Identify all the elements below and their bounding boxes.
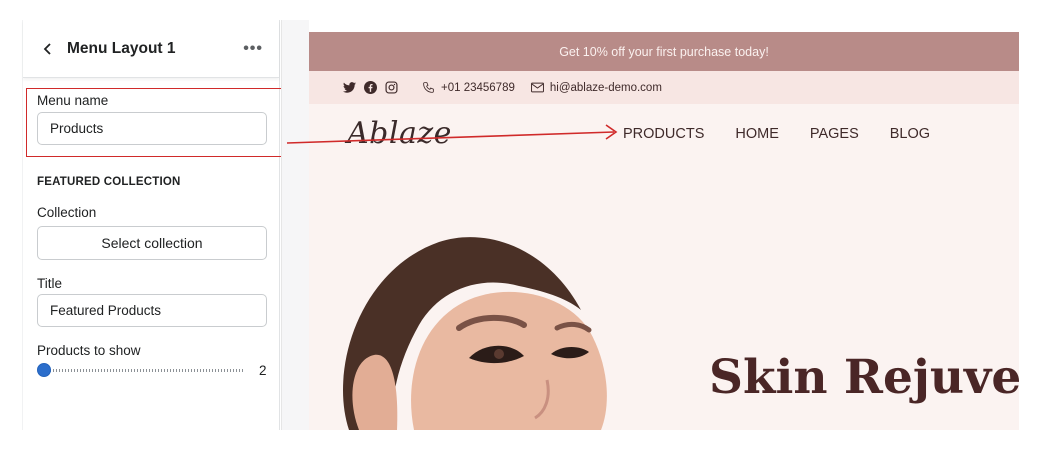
slider-track[interactable]	[41, 369, 243, 372]
mail-icon	[530, 82, 544, 93]
email-address: hi@ablaze-demo.com	[549, 81, 662, 94]
top-bar: +01 23456789 hi@ablaze-demo.com	[309, 71, 1019, 104]
main-navigation: Ablaze PRODUCTS HOME PAGES BLOG	[309, 104, 1019, 164]
select-collection-button[interactable]: Select collection	[37, 226, 267, 260]
panel-header: Menu Layout 1 •••	[23, 20, 279, 78]
products-to-show-slider[interactable]	[37, 363, 243, 377]
more-actions-button[interactable]: •••	[243, 40, 263, 58]
products-to-show-label: Products to show	[37, 343, 141, 358]
email-contact[interactable]: hi@ablaze-demo.com	[530, 81, 662, 94]
chevron-left-icon	[43, 42, 51, 55]
hero-title: Skin Rejuven	[709, 350, 1019, 405]
announcement-bar: Get 10% off your first purchase today!	[309, 32, 1019, 71]
slider-thumb[interactable]	[37, 363, 51, 377]
twitter-icon[interactable]	[343, 82, 356, 93]
editor-gutter	[281, 20, 309, 430]
panel-title: Menu Layout 1	[67, 39, 176, 57]
nav-item-products[interactable]: PRODUCTS	[623, 126, 704, 142]
nav-item-home[interactable]: HOME	[735, 126, 779, 142]
title-label: Title	[37, 276, 63, 291]
settings-panel: Menu Layout 1 ••• Menu name FEATURED COL…	[22, 20, 280, 430]
phone-number: +01 23456789	[441, 81, 515, 94]
nav-item-blog[interactable]: BLOG	[890, 126, 930, 142]
instagram-icon[interactable]	[385, 81, 398, 94]
hero-model-image	[343, 237, 607, 430]
collection-label: Collection	[37, 205, 97, 220]
phone-contact[interactable]: +01 23456789	[422, 81, 515, 94]
nav-menu: PRODUCTS HOME PAGES BLOG	[623, 126, 930, 142]
products-to-show-value: 2	[259, 363, 267, 378]
nav-item-pages[interactable]: PAGES	[810, 126, 859, 142]
store-preview: Get 10% off your first purchase today! +…	[309, 32, 1019, 430]
social-links	[343, 81, 398, 94]
store-logo[interactable]: Ablaze	[347, 116, 452, 151]
title-input[interactable]	[37, 294, 267, 327]
phone-icon	[423, 82, 434, 93]
menu-name-label: Menu name	[37, 93, 109, 108]
menu-name-input[interactable]	[37, 112, 267, 145]
back-button[interactable]	[37, 38, 59, 60]
facebook-icon[interactable]	[364, 81, 377, 94]
featured-collection-heading: FEATURED COLLECTION	[37, 176, 181, 188]
